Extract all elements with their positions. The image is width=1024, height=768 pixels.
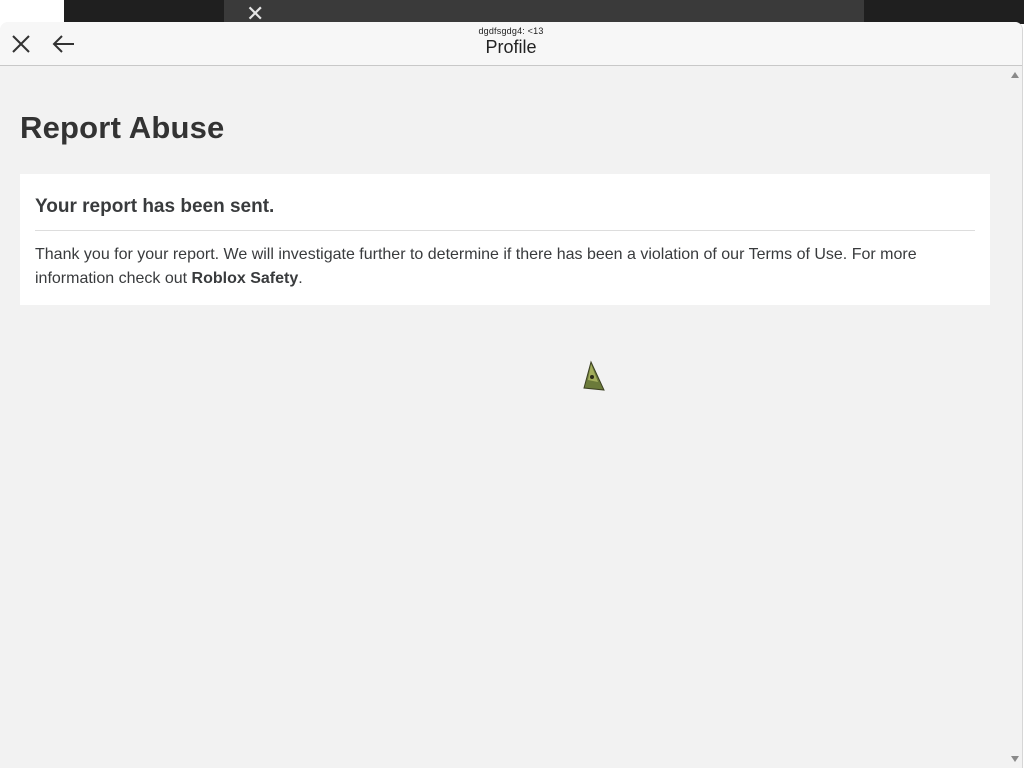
background-close-icon: ✕ [246,1,265,26]
card-divider [35,230,975,231]
background-left-strip [0,0,64,24]
card-message: Thank you for your report. We will inves… [35,243,965,291]
card-message-end: . [298,270,303,287]
scroll-up-arrow-icon[interactable] [1011,72,1019,78]
roblox-safety-link[interactable]: Roblox Safety [192,270,299,287]
profile-modal: dgdfsgdg4: <13 Profile Report Abuse Your… [0,22,1023,768]
scrollbar[interactable] [1008,66,1022,768]
report-confirmation-card: Your report has been sent. Thank you for… [20,174,990,305]
scroll-down-arrow-icon[interactable] [1011,756,1019,762]
card-title: Your report has been sent. [35,196,275,217]
modal-subtitle: dgdfsgdg4: <13 [478,26,544,36]
page-title: Report Abuse [20,110,225,145]
card-message-text: Thank you for your report. We will inves… [35,246,917,287]
modal-title: Profile [485,37,537,57]
modal-header: dgdfsgdg4: <13 Profile [0,22,1022,66]
avatar-figure-icon [583,360,605,391]
background-topbar-center [224,0,864,24]
